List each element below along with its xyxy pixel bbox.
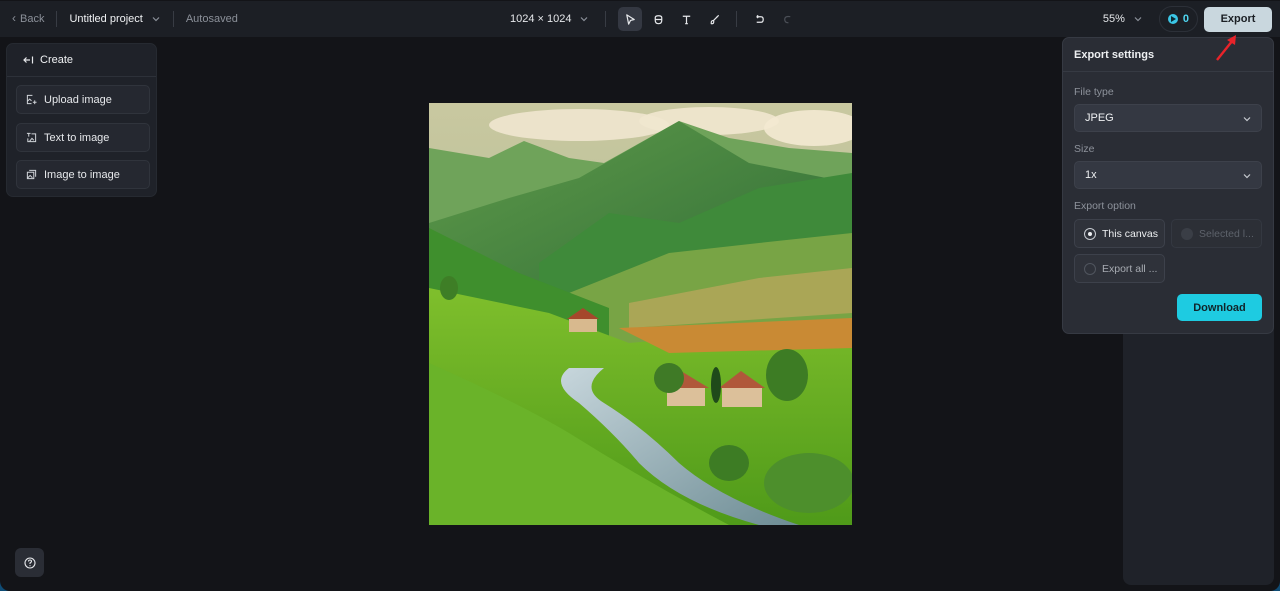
- canvas-image[interactable]: [429, 103, 852, 525]
- text-to-image-icon: [26, 132, 37, 143]
- hand-tool-button[interactable]: [646, 7, 670, 31]
- image-to-image-icon: [26, 169, 37, 180]
- help-icon: [23, 556, 36, 569]
- create-panel-header[interactable]: Create: [7, 44, 156, 77]
- file-type-value: JPEG: [1085, 112, 1114, 124]
- upload-image-label: Upload image: [44, 93, 112, 106]
- credits-count: 0: [1182, 13, 1189, 25]
- radio-disabled-icon: [1181, 227, 1193, 240]
- chevron-down-icon: [1134, 17, 1142, 22]
- canvas-size: 1024 × 1024: [510, 13, 572, 25]
- create-panel: Create Upload image Text to image Image …: [6, 43, 157, 197]
- top-bar: ‹ Back Untitled project Autosaved 1024 ×…: [0, 1, 1280, 37]
- option-label: Export all ...: [1102, 262, 1158, 275]
- zoom-level: 55%: [1102, 13, 1125, 25]
- project-name-dropdown[interactable]: Untitled project: [69, 13, 160, 25]
- help-button[interactable]: [15, 548, 44, 577]
- file-type-select[interactable]: JPEG: [1074, 104, 1262, 132]
- credits-badge[interactable]: 0: [1158, 6, 1198, 32]
- upload-image-button[interactable]: Upload image: [16, 85, 150, 114]
- upload-image-icon: [26, 94, 37, 105]
- chevron-down-icon: [581, 17, 588, 22]
- option-selected-layers[interactable]: Selected l...: [1171, 219, 1262, 248]
- option-export-all[interactable]: Export all ...: [1074, 254, 1165, 283]
- app-window: ‹ Back Untitled project Autosaved 1024 ×…: [0, 0, 1280, 591]
- radio-checked-icon: [1084, 227, 1096, 240]
- back-button[interactable]: ‹ Back: [12, 11, 45, 26]
- chevron-left-icon: ‹: [12, 11, 16, 25]
- annotation-arrow-icon: [1216, 35, 1236, 61]
- cursor-arrow-icon: [626, 13, 635, 25]
- option-this-canvas[interactable]: This canvas: [1074, 219, 1165, 248]
- text-to-image-label: Text to image: [44, 131, 110, 144]
- text-icon: [682, 15, 691, 24]
- divider: [172, 11, 174, 27]
- export-settings-popover: Export settings File type JPEG Size 1x E…: [1062, 37, 1274, 334]
- chevron-down-icon: [1243, 174, 1251, 179]
- undo-icon: [756, 14, 764, 23]
- text-tool-button[interactable]: [674, 7, 698, 31]
- divider: [56, 11, 58, 27]
- option-label: This canvas: [1102, 227, 1159, 240]
- divider: [605, 11, 607, 27]
- brush-icon: [710, 14, 720, 24]
- create-panel-title: Create: [40, 54, 74, 66]
- credits-icon: [1167, 14, 1178, 24]
- export-button[interactable]: Export: [1204, 6, 1272, 32]
- chevron-down-icon: [1243, 117, 1251, 122]
- text-to-image-button[interactable]: Text to image: [16, 123, 150, 152]
- landscape-image: [429, 103, 852, 525]
- export-option-label: Export option: [1074, 200, 1136, 212]
- select-tool-button[interactable]: [618, 7, 643, 31]
- image-to-image-label: Image to image: [44, 168, 120, 181]
- file-type-label: File type: [1074, 86, 1114, 98]
- hand-icon: [654, 14, 663, 24]
- radio-unchecked-icon: [1084, 262, 1096, 275]
- option-label: Selected l...: [1199, 227, 1254, 240]
- divider: [736, 11, 738, 27]
- project-name: Untitled project: [69, 13, 143, 25]
- redo-icon: [784, 15, 791, 23]
- download-button[interactable]: Download: [1177, 294, 1262, 321]
- chevron-down-icon: [152, 17, 160, 22]
- collapse-left-icon: [23, 56, 34, 64]
- brush-tool-button[interactable]: [702, 7, 726, 31]
- size-value: 1x: [1085, 169, 1097, 181]
- redo-button[interactable]: [775, 7, 799, 31]
- size-select[interactable]: 1x: [1074, 161, 1262, 189]
- back-label: Back: [20, 13, 45, 25]
- zoom-level-dropdown[interactable]: 55%: [1103, 13, 1143, 25]
- canvas-size-dropdown[interactable]: 1024 × 1024: [510, 13, 589, 25]
- image-to-image-button[interactable]: Image to image: [16, 160, 150, 189]
- save-status: Autosaved: [185, 13, 238, 25]
- undo-button[interactable]: [747, 7, 771, 31]
- size-label: Size: [1074, 143, 1095, 155]
